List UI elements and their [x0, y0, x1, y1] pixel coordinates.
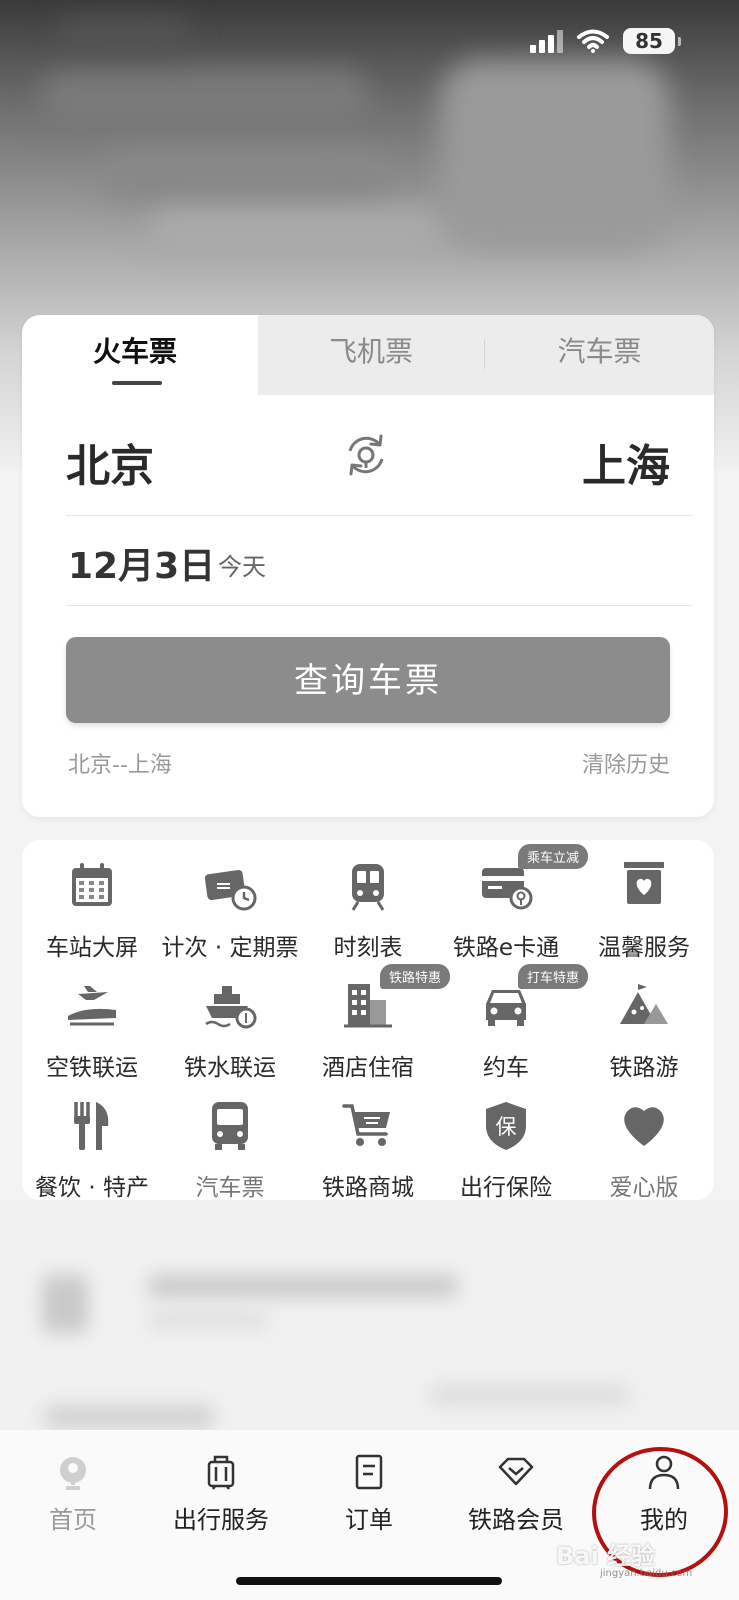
- service-label: 温馨服务: [598, 935, 690, 961]
- service-timetable[interactable]: 时刻表: [298, 858, 438, 962]
- nav-label: 订单: [345, 1506, 393, 1534]
- wifi-icon: [577, 29, 609, 53]
- service-label: 车站大屏: [46, 935, 138, 961]
- service-travel-insurance[interactable]: 保 出行保险: [436, 1098, 576, 1202]
- arrival-city[interactable]: 上海: [582, 430, 670, 494]
- service-label: 铁水联运: [184, 1055, 276, 1081]
- plane-train-icon: [68, 986, 116, 1026]
- active-tab-indicator: [112, 381, 162, 385]
- rail-logo-icon: [60, 1457, 86, 1490]
- clear-history-button[interactable]: 清除历史: [582, 747, 670, 779]
- battery-level: 85: [623, 28, 675, 54]
- divider: [66, 605, 692, 606]
- tab-bus-ticket[interactable]: 汽车票: [485, 315, 714, 395]
- service-label: 计次 · 定期票: [161, 935, 299, 961]
- service-food[interactable]: 餐饮 · 特产: [22, 1098, 162, 1202]
- service-label: 爱心版: [609, 1175, 679, 1201]
- service-label: 出行保险: [460, 1175, 552, 1201]
- service-count-pass[interactable]: 计次 · 定期票: [160, 858, 300, 962]
- status-bar: 85: [530, 28, 681, 54]
- battery-tip: [678, 36, 681, 46]
- nav-label: 铁路会员: [468, 1506, 564, 1534]
- service-hotel[interactable]: 铁路特惠 酒店住宿: [298, 964, 451, 1082]
- svg-text:保: 保: [496, 1115, 517, 1139]
- service-label: 汽车票: [195, 1175, 265, 1201]
- nav-travel-services[interactable]: 出行服务: [151, 1452, 291, 1535]
- ticket-search-card: 火车票 飞机票 汽车票 北京 上海 12月3日 今天 查询车票 北京--上海 清…: [22, 315, 714, 817]
- order-icon: [355, 1454, 383, 1490]
- nav-label: 出行服务: [173, 1506, 269, 1534]
- watermark-url: jingyan.baidu.com: [600, 1568, 693, 1579]
- nav-membership[interactable]: 铁路会员: [446, 1452, 586, 1535]
- departure-city[interactable]: 北京: [66, 430, 154, 494]
- watermark: Bai 经验: [556, 1542, 656, 1570]
- service-rail-ecard[interactable]: 乘车立减 铁路e卡通: [436, 844, 589, 962]
- insurance-shield-icon: 保: [486, 1102, 526, 1150]
- heart-icon: [624, 1107, 664, 1146]
- service-care[interactable]: 温馨服务: [574, 858, 714, 962]
- service-grid: 车站大屏 计次 · 定期票 时刻表 乘车立减 铁路e卡通 温馨服务 空铁联运 铁…: [22, 840, 714, 1202]
- ticket-tabs: 火车票 飞机票 汽车票: [22, 315, 714, 395]
- train-icon: [351, 864, 385, 911]
- service-ride-hailing[interactable]: 打车特惠 约车: [436, 964, 589, 1082]
- service-label: 酒店住宿: [322, 1055, 414, 1081]
- ticket-clock-icon: [204, 869, 257, 911]
- service-label: 空铁联运: [46, 1055, 138, 1081]
- nav-label: 首页: [49, 1506, 97, 1534]
- nav-orders[interactable]: 订单: [299, 1452, 439, 1535]
- home-indicator[interactable]: [236, 1577, 502, 1585]
- calendar-icon: [72, 863, 112, 906]
- luggage-icon: [207, 1455, 235, 1490]
- service-label: 铁路商城: [322, 1175, 414, 1201]
- diamond-icon: [498, 1457, 534, 1486]
- service-rail-mall[interactable]: 铁路商城: [298, 1098, 438, 1202]
- bus-icon: [212, 1102, 248, 1150]
- service-rail-water[interactable]: 铁水联运: [160, 978, 300, 1082]
- service-care-edition[interactable]: 爱心版: [574, 1098, 714, 1202]
- service-label: 铁路e卡通: [452, 935, 560, 961]
- service-air-rail[interactable]: 空铁联运: [22, 978, 162, 1082]
- search-tickets-button[interactable]: 查询车票: [66, 637, 670, 723]
- cart-icon: [342, 1104, 390, 1146]
- divider: [66, 515, 692, 516]
- blurred-content: [0, 1200, 739, 1430]
- service-label: 约车: [483, 1055, 529, 1081]
- travel-date[interactable]: 12月3日: [68, 537, 215, 589]
- fork-knife-icon: [74, 1102, 109, 1150]
- cellular-signal-icon: [530, 29, 563, 53]
- date-hint: 今天: [218, 553, 266, 581]
- service-label: 时刻表: [333, 935, 403, 961]
- service-label: 餐饮 · 特产: [35, 1175, 149, 1201]
- service-station-screen[interactable]: 车站大屏: [22, 858, 162, 962]
- service-label: 铁路游: [609, 1055, 679, 1081]
- mountain-icon: [620, 984, 668, 1024]
- tab-flight-ticket[interactable]: 飞机票: [258, 315, 484, 395]
- service-bus-ticket[interactable]: 汽车票: [160, 1098, 300, 1202]
- ship-icon: [205, 986, 257, 1029]
- swap-cities-icon[interactable]: [342, 431, 390, 479]
- service-rail-tour[interactable]: 铁路游: [574, 978, 714, 1082]
- heart-box-icon: [624, 862, 664, 904]
- history-route[interactable]: 北京--上海: [68, 747, 172, 779]
- nav-home[interactable]: 首页: [3, 1452, 143, 1535]
